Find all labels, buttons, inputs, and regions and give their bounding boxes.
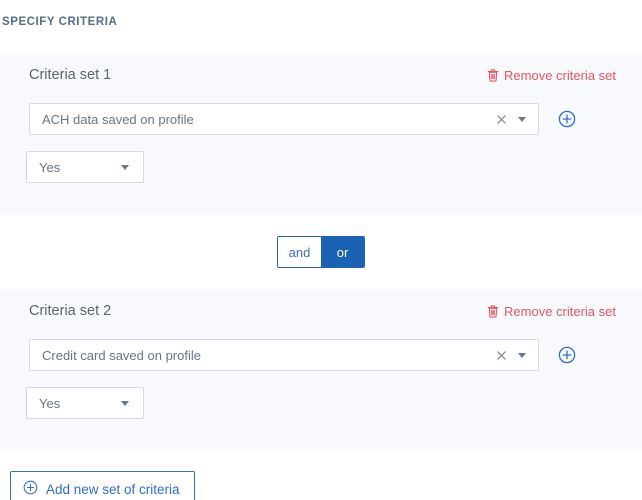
criteria-set-panel-1: Criteria set 1 Remove criteria set ACH d… (0, 53, 642, 215)
criterion-answer-value-2: Yes (39, 395, 61, 411)
criteria-set-title-1: Criteria set 1 (29, 67, 112, 83)
criterion-value-1: ACH data saved on profile (42, 111, 194, 127)
criterion-combobox-2[interactable]: Credit card saved on profile (29, 339, 539, 371)
close-icon[interactable] (492, 110, 510, 128)
caret-triangle (121, 400, 129, 406)
criteria-set-header-1: Criteria set 1 Remove criteria set (0, 53, 642, 103)
criteria-set-header-2: Criteria set 2 Remove criteria set (0, 289, 642, 339)
logic-option-and[interactable]: and (278, 237, 321, 267)
specify-criteria-page: SPECIFY CRITERIA Criteria set 1 Remove c… (0, 0, 642, 500)
remove-criteria-set-label-2: Remove criteria set (504, 304, 616, 319)
close-icon[interactable] (492, 346, 510, 364)
criterion-combobox-1[interactable]: ACH data saved on profile (29, 103, 539, 135)
caret-triangle (121, 164, 129, 170)
criterion-row-1: ACH data saved on profile (29, 103, 576, 135)
remove-criteria-set-label-1: Remove criteria set (504, 68, 616, 83)
caret-triangle (518, 116, 526, 122)
add-new-criteria-set-button[interactable]: Add new set of criteria (10, 471, 195, 500)
trash-icon (486, 69, 499, 83)
circle-plus-icon[interactable] (558, 110, 576, 128)
criteria-set-title-2: Criteria set 2 (29, 303, 112, 319)
chevron-down-icon[interactable] (512, 110, 532, 128)
criterion-row-2: Credit card saved on profile (29, 339, 576, 371)
criterion-answer-value-1: Yes (39, 159, 61, 175)
add-new-criteria-set-label: Add new set of criteria (46, 481, 180, 497)
logic-operator-toggle[interactable]: and or (277, 236, 365, 268)
remove-criteria-set-link-2[interactable]: Remove criteria set (486, 304, 616, 319)
criterion-value-2: Credit card saved on profile (42, 347, 201, 363)
trash-icon (486, 305, 499, 319)
circle-plus-icon (23, 480, 38, 498)
caret-triangle (518, 352, 526, 358)
criterion-answer-select-1[interactable]: Yes (26, 151, 144, 183)
circle-plus-icon[interactable] (558, 346, 576, 364)
logic-option-or[interactable]: or (321, 237, 364, 267)
criteria-set-panel-2: Criteria set 2 Remove criteria set Credi… (0, 289, 642, 451)
criterion-answer-select-2[interactable]: Yes (26, 387, 144, 419)
remove-criteria-set-link-1[interactable]: Remove criteria set (486, 68, 616, 83)
chevron-down-icon[interactable] (512, 346, 532, 364)
chevron-down-icon[interactable] (115, 158, 135, 176)
chevron-down-icon[interactable] (115, 394, 135, 412)
page-title: SPECIFY CRITERIA (2, 16, 118, 28)
